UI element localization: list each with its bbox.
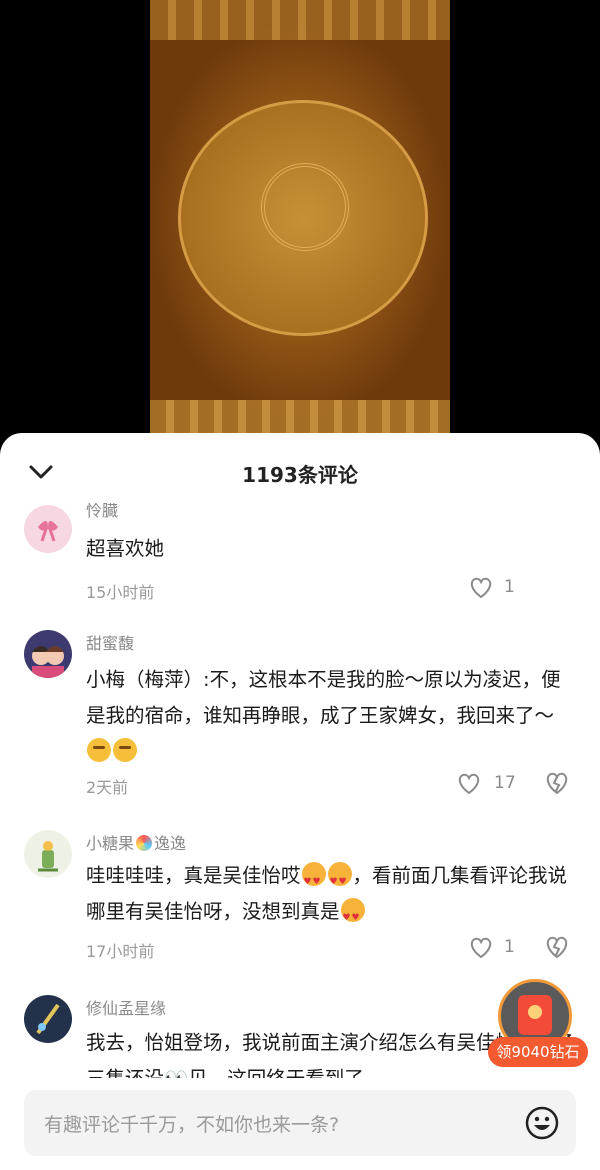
username[interactable]: 怜臓 [86, 503, 118, 521]
comment-text: 哇哇哇哇，真是吴佳怡哎，看前面几集看评论我说哪里有吴佳怡呀，没想到真是 [86, 858, 578, 936]
dislike-icon[interactable] [544, 934, 570, 960]
avatar[interactable] [24, 505, 72, 553]
heart-icon[interactable] [468, 575, 494, 599]
sheet-header: 1193条评论 [0, 433, 600, 509]
username[interactable]: 修仙孟星缘 [86, 995, 166, 1019]
thinking-emoji [113, 738, 137, 762]
like-count: 17 [494, 773, 516, 793]
heart-icon[interactable] [456, 771, 482, 795]
red-envelope-icon [518, 995, 552, 1035]
comment-text: 超喜欢她 [86, 537, 165, 560]
comment-time: 2天前 [86, 778, 129, 797]
avatar[interactable] [24, 630, 72, 678]
avatar[interactable] [24, 830, 72, 878]
heart-icon[interactable] [468, 935, 494, 959]
love-emoji [327, 862, 352, 900]
comment-time: 15小时前 [86, 583, 155, 602]
love-emoji [301, 862, 326, 900]
video-frame [150, 0, 450, 440]
username[interactable]: 甜蜜馥 [86, 630, 134, 654]
like-count: 1 [504, 577, 515, 597]
reward-widget[interactable]: 领9040钻石 [488, 979, 588, 1069]
comment-count-title: 1193条评论 [242, 463, 358, 487]
like-count: 1 [504, 937, 515, 957]
lollipop-emoji [136, 835, 153, 851]
comment-time: 17小时前 [86, 942, 155, 961]
comment-input[interactable]: 有趣评论千千万，不如你也来一条? [24, 1090, 576, 1156]
thinking-emoji [87, 738, 111, 762]
avatar[interactable] [24, 995, 72, 1043]
comment-sheet: 1193条评论 怜臓 超喜欢她 15小时前 1 甜蜜馥 小梅（梅萍）:不，这根本… [0, 433, 600, 1170]
comment-text: 小梅（梅萍）:不，这根本不是我的脸～原以为凌迟，便是我的宿命，谁知再睁眼，成了王… [86, 662, 578, 770]
smile-icon[interactable] [524, 1105, 560, 1141]
reward-label[interactable]: 领9040钻石 [488, 1037, 588, 1067]
dislike-icon[interactable] [544, 770, 570, 796]
comment-input-placeholder: 有趣评论千千万，不如你也来一条? [44, 1114, 340, 1136]
love-emoji [340, 898, 365, 936]
video-area[interactable] [0, 0, 600, 450]
username[interactable]: 小糖果 逸逸 [86, 830, 186, 854]
